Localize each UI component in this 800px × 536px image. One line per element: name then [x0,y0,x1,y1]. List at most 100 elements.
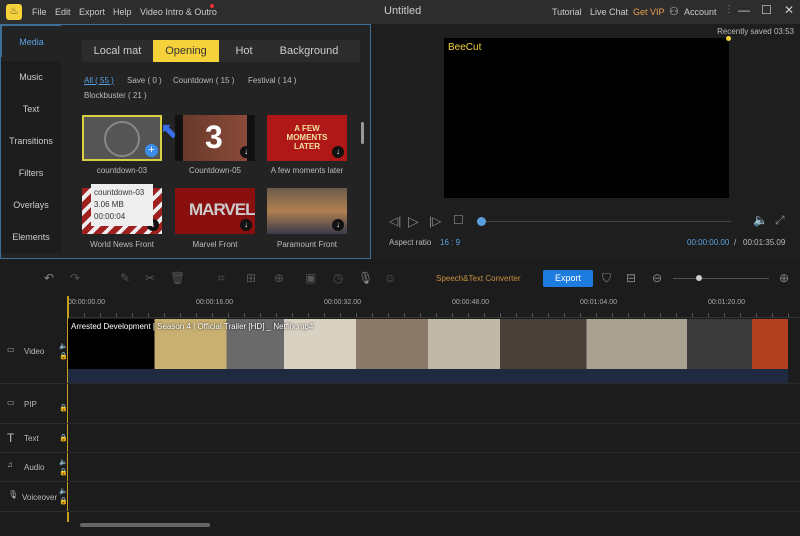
fullscreen-icon[interactable]: ⤢ [775,213,785,228]
media-item-countdown-05[interactable]: 3 ↓ [175,115,255,161]
zoom-slider[interactable] [673,278,769,279]
mosaic-icon[interactable]: ⊕ [274,271,284,285]
delete-icon[interactable]: 🗑 [170,271,185,285]
tab-opening[interactable]: Opening [153,40,219,62]
category-tabs: Local mat Opening Hot Background [82,40,360,62]
zoom-clip-icon[interactable]: ⊞ [246,271,256,285]
filter-festival[interactable]: Festival ( 14 ) [248,76,296,85]
redo-icon[interactable]: ↷ [70,271,80,285]
mute-icon[interactable]: 🔈 [59,458,68,466]
timeline-scrollbar[interactable] [80,523,210,527]
export-button[interactable]: Export [543,270,593,287]
lock-icon[interactable]: 🔒 [59,468,68,476]
download-icon[interactable]: ↓ [332,146,344,158]
get-vip-link[interactable]: Get VIP [633,7,665,17]
filter-blockbuster[interactable]: Blockbuster ( 21 ) [84,91,147,100]
edit-icon[interactable]: ✎ [120,271,130,285]
zoom-out-icon[interactable]: ⊖ [652,271,662,285]
zoom-slider-knob[interactable] [696,275,702,281]
track-label-audio: ♫ Audio 🔈 🔒 [0,453,68,482]
media-item-marvel-front[interactable]: MARVEL ↓ [175,188,255,234]
sidebar-tab-overlays[interactable]: Overlays [1,189,61,221]
filter-countdown[interactable]: Countdown ( 15 ) [173,76,234,85]
aspect-ratio-value[interactable]: 16 : 9 [440,238,460,247]
lock-icon[interactable]: 🔒 [59,434,68,442]
mute-icon[interactable]: 🔈 [59,487,68,495]
media-label: A few moments later [270,166,344,175]
pip-track[interactable] [68,384,800,424]
live-chat-link[interactable]: Live Chat [590,7,628,17]
lock-icon[interactable]: 🔒 [59,497,68,505]
download-icon[interactable]: ↓ [240,146,252,158]
sidebar-tab-music[interactable]: Music [1,61,61,93]
freeze-icon[interactable]: ▣ [305,271,316,285]
menu-video-intro-outro[interactable]: Video Intro & Outro [140,7,217,17]
text-track[interactable] [68,424,800,453]
account-icon[interactable]: ⚇ [669,5,679,18]
tab-local-mat[interactable]: Local mat [82,40,153,62]
menu-export[interactable]: Export [79,7,105,17]
mute-icon[interactable]: 🔈 [59,342,68,350]
undo-icon[interactable]: ↶ [44,271,54,285]
sidebar-tab-filters[interactable]: Filters [1,157,61,189]
lock-icon[interactable]: 🔒 [59,352,68,360]
duration-icon[interactable]: ◷ [333,271,343,285]
account-link[interactable]: Account [684,7,717,17]
track-label-voiceover: 🎙 Voiceover 🔈 🔒 [0,482,68,512]
cut-icon[interactable]: ✂ [145,271,155,285]
marker-icon[interactable]: ⛉ [602,271,611,286]
sidebar-tab-text[interactable]: Text [1,93,61,125]
more-icon[interactable]: ⋮ [724,4,734,15]
filter-save[interactable]: Save ( 0 ) [127,76,162,85]
record-voice-icon[interactable]: 🎙 [358,271,373,285]
sidebar-tab-transitions[interactable]: Transitions [1,125,61,157]
stop-icon[interactable]: ☐ [453,213,464,227]
download-icon[interactable]: ↓ [240,219,252,231]
volume-icon[interactable]: 🔈 [753,213,768,227]
speech-text-converter-button[interactable]: Speech&Text Converter [436,274,521,283]
playhead-knob[interactable] [477,217,486,226]
portrait-icon[interactable]: ☺ [384,271,396,285]
tab-background[interactable]: Background [269,40,349,62]
previous-frame-icon[interactable]: ◁| [389,214,401,228]
track-label-video: ▭ Video 🔈 🔒 [0,318,68,384]
maximize-icon[interactable]: ☐ [761,3,772,17]
menu-file[interactable]: File [32,7,47,17]
video-preview[interactable]: BeeCut [444,36,731,198]
track-label-pip: ▭ PIP 🔒 [0,384,68,424]
close-icon[interactable]: ✕ [784,3,794,17]
audio-track[interactable] [68,453,800,482]
timeline-ruler[interactable]: 00:00:00.00 00:00:16.00 00:00:32.00 00:0… [68,296,800,318]
menu-edit[interactable]: Edit [55,7,71,17]
tooltip-duration: 00:00:04 [94,212,126,221]
next-frame-icon[interactable]: |▷ [429,214,441,228]
menu-help[interactable]: Help [113,7,132,17]
save-status: Recently saved 03:53 [717,27,794,36]
sidebar-tab-elements[interactable]: Elements [1,221,61,253]
video-track: Arrested Development | Season 4 | Offici… [68,318,800,384]
crop-icon[interactable]: ⌗ [218,271,225,286]
video-clip[interactable]: Arrested Development | Season 4 | Offici… [68,319,788,369]
tab-hot[interactable]: Hot [219,40,269,62]
filter-all[interactable]: All ( 55 ) [84,76,114,85]
download-icon[interactable]: ↓ [332,219,344,231]
media-item-a-few-moments-later[interactable]: A FEW MOMENTS LATER ↓ [267,115,347,161]
library-scrollbar[interactable] [361,122,364,144]
voiceover-track[interactable] [68,482,800,512]
app-logo-icon: ♨ [6,4,22,20]
fit-timeline-icon[interactable]: ⊟ [626,271,636,285]
countdown-graphic [104,121,140,157]
resize-handle[interactable] [726,36,731,41]
media-item-paramount-front[interactable]: ↓ [267,188,347,234]
add-icon[interactable]: + [145,144,158,157]
playback-slider[interactable] [481,221,731,222]
zoom-in-icon[interactable]: ⊕ [779,271,789,285]
play-icon[interactable]: ▷ [408,213,419,230]
sidebar-tab-media[interactable]: Media [1,25,61,57]
minimize-icon[interactable]: — [738,3,750,17]
clip-name: Arrested Development | Season 4 | Offici… [71,322,314,331]
lock-icon[interactable]: 🔒 [59,404,68,412]
tutorial-link[interactable]: Tutorial [552,7,582,17]
preview-panel: Recently saved 03:53 BeeCut ◁| ▷ |▷ ☐ 🔈 … [375,24,800,259]
media-item-countdown-03[interactable]: + [82,115,162,161]
